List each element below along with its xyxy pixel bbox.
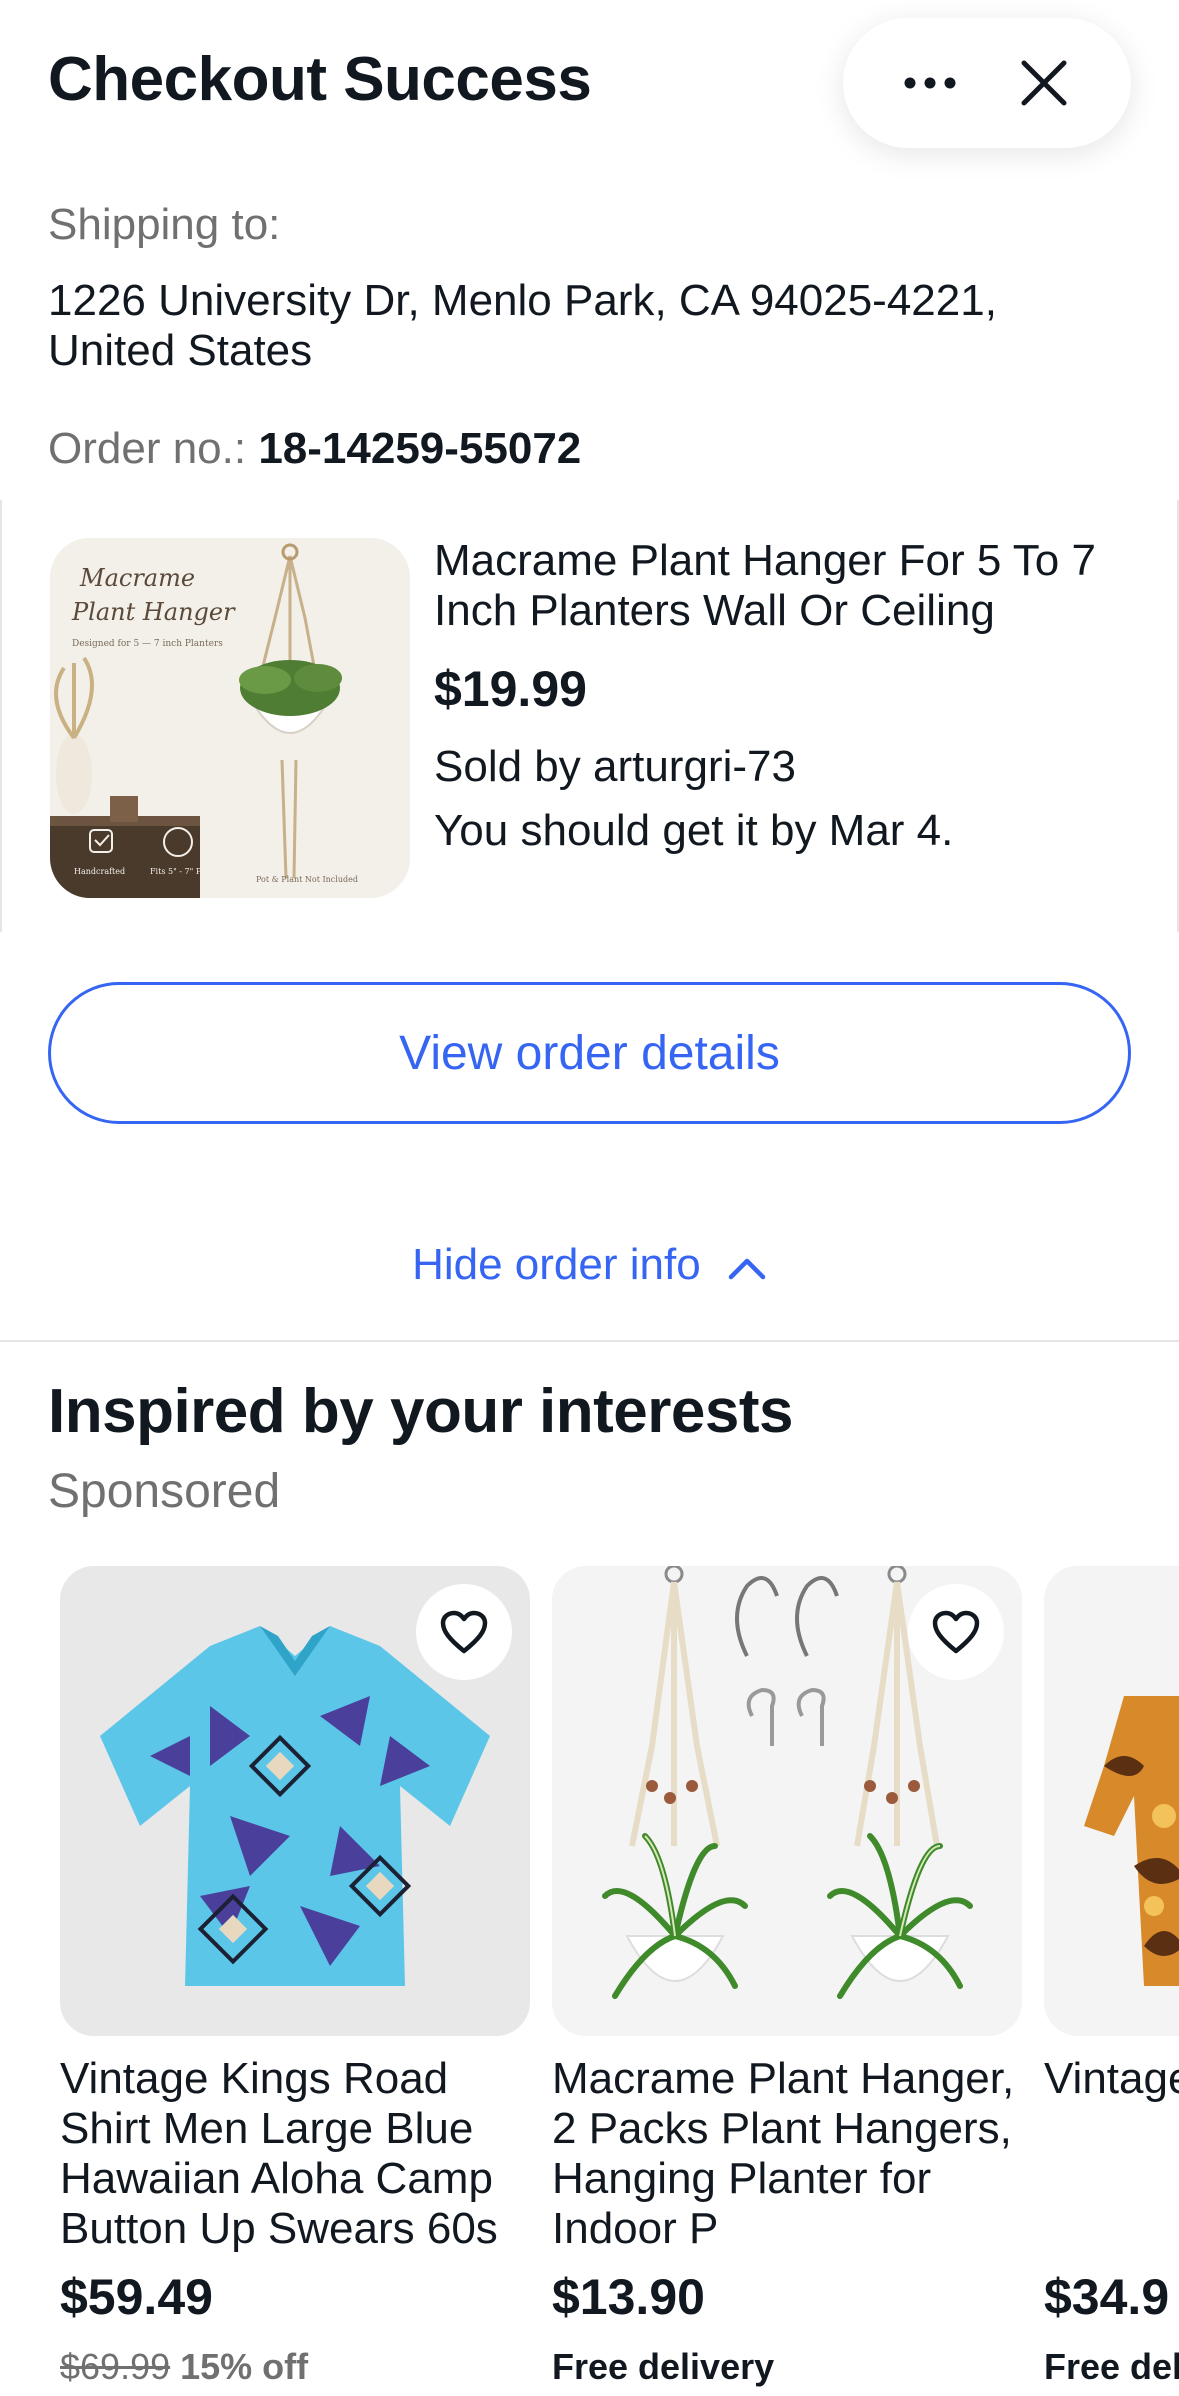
product-shipping: Free del — [1044, 2346, 1179, 2387]
order-number: 18-14259-55072 — [258, 424, 582, 473]
view-order-details-button[interactable]: View order details — [48, 982, 1131, 1124]
image-badge2: Fits 5" - 7" Pots — [150, 867, 213, 876]
product-shipping: Free delivery — [552, 2346, 775, 2387]
image-badge1: Handcrafted — [74, 867, 125, 876]
recommendation-card[interactable]: Vintage Shirt M Hawaii Button $34.9 Free… — [1044, 1566, 1179, 2396]
order-number-row: Order no.: 18-14259-55072 — [48, 424, 581, 474]
orange-hawaiian-shirt-image — [1044, 1566, 1179, 2036]
recommendations-carousel[interactable]: Vintage Kings Road Shirt Men Large Blue … — [0, 1566, 1179, 2396]
item-seller: Sold by arturgri-73 — [434, 742, 796, 791]
product-price: $13.90 — [552, 2269, 705, 2325]
shipping-label: Shipping to: — [48, 200, 281, 249]
item-title[interactable]: Macrame Plant Hanger For 5 To 7 Inch Pla… — [434, 536, 1154, 636]
order-number-label: Order no.: — [48, 424, 247, 473]
sponsored-label: Sponsored — [48, 1465, 281, 1518]
heart-icon — [440, 1610, 488, 1654]
heart-icon — [932, 1610, 980, 1654]
product-title[interactable]: Vintage Shirt M Hawaii Button — [1044, 2054, 1179, 2104]
image-badge3: Pot & Plant Not Included — [256, 875, 358, 884]
product-image[interactable] — [552, 1566, 1022, 2036]
original-price: $69.99 — [60, 2346, 171, 2387]
add-to-watchlist-button[interactable] — [908, 1584, 1004, 1680]
product-price: $34.9 — [1044, 2269, 1170, 2325]
hide-order-info-label: Hide order info — [412, 1240, 701, 1289]
recommendation-card[interactable]: Macrame Plant Hanger, 2 Packs Plant Hang… — [552, 1566, 1022, 2396]
macrame-hanger-image: Macrame Plant Hanger Designed for 5 — 7 … — [50, 538, 410, 898]
item-delivery-estimate: You should get it by Mar 4. — [434, 806, 954, 855]
item-image[interactable]: Macrame Plant Hanger Designed for 5 — 7 … — [50, 538, 410, 898]
product-discount: $69.99 15% off — [60, 2346, 308, 2388]
more-horizontal-icon — [904, 77, 956, 89]
item-price: $19.99 — [434, 661, 587, 717]
product-price: $59.49 — [60, 2269, 213, 2325]
section-divider — [0, 1340, 1179, 1342]
product-title[interactable]: Vintage Kings Road Shirt Men Large Blue … — [60, 2054, 530, 2254]
product-image[interactable] — [1044, 1566, 1179, 2036]
image-text-line3: Designed for 5 — 7 inch Planters — [72, 639, 223, 649]
recommendation-card[interactable]: Vintage Kings Road Shirt Men Large Blue … — [60, 1566, 530, 2396]
add-to-watchlist-button[interactable] — [416, 1584, 512, 1680]
discount-label: 15% off — [180, 2346, 309, 2387]
image-text-line2: Plant Hanger — [71, 598, 236, 626]
close-button[interactable] — [999, 38, 1089, 128]
header-actions — [843, 18, 1131, 148]
product-image[interactable] — [60, 1566, 530, 2036]
close-icon — [1021, 60, 1067, 106]
image-text-line1: Macrame — [79, 564, 195, 592]
header: Checkout Success — [0, 0, 1179, 170]
recommendations-title: Inspired by your interests — [48, 1377, 794, 1446]
purchased-item-card[interactable]: Macrame Plant Hanger Designed for 5 — 7 … — [0, 500, 1179, 932]
product-title[interactable]: Macrame Plant Hanger, 2 Packs Plant Hang… — [552, 2054, 1022, 2254]
chevron-up-icon — [727, 1242, 767, 1292]
shipping-address: 1226 University Dr, Menlo Park, CA 94025… — [48, 276, 997, 375]
page-title: Checkout Success — [48, 45, 592, 114]
more-options-button[interactable] — [885, 38, 975, 128]
hide-order-info-toggle[interactable]: Hide order info — [0, 1240, 1179, 1292]
